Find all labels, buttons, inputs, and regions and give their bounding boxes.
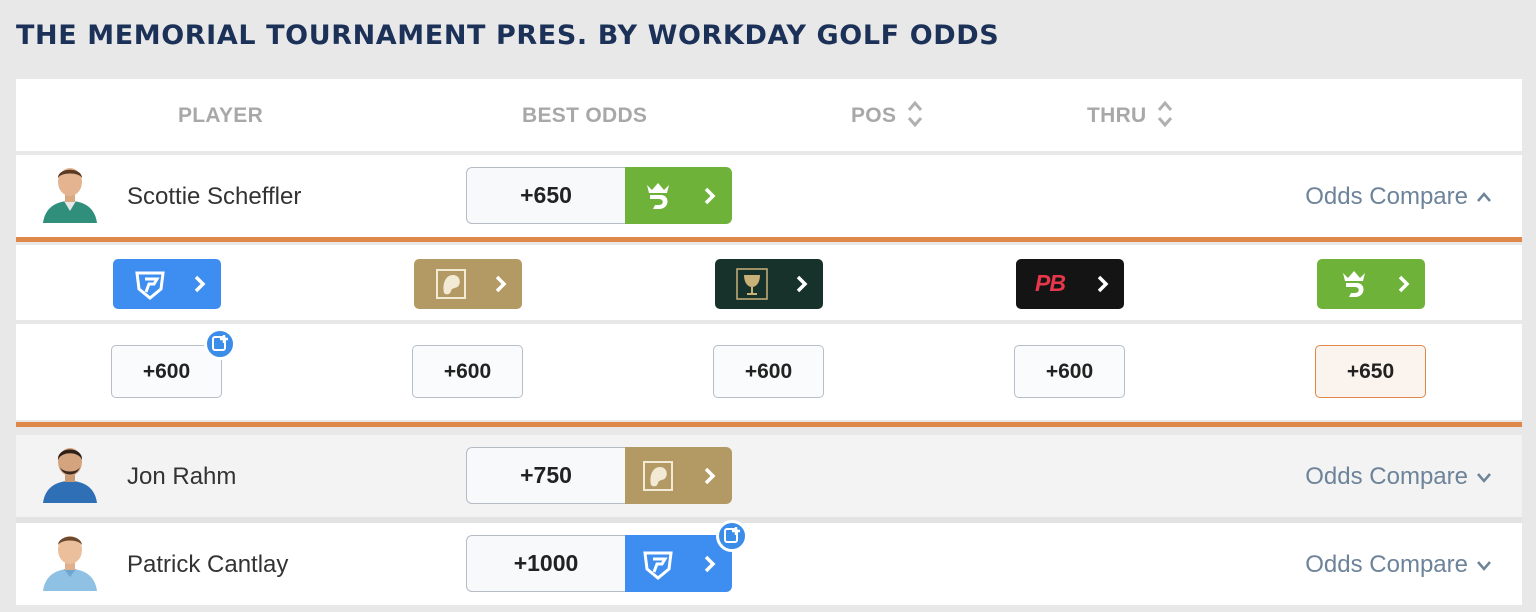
chevron-up-icon — [1477, 192, 1491, 202]
betmgm-logo-icon — [643, 461, 673, 491]
odds-compare-toggle[interactable]: Odds Compare — [1305, 463, 1492, 491]
player-row[interactable]: Scottie Scheffler +650 Odds Compare — [16, 155, 1522, 237]
draftkings-logo-icon — [647, 183, 669, 209]
chevron-right-icon — [1097, 275, 1109, 293]
column-header-thru[interactable]: THRU — [1087, 104, 1147, 128]
odds-compare-label: Odds Compare — [1305, 551, 1468, 578]
fanduel-button[interactable] — [113, 259, 221, 309]
player-row[interactable]: Patrick Cantlay +1000 Odds Compare — [16, 520, 1522, 605]
chevron-down-icon — [1477, 473, 1491, 483]
fanduel-logo-icon — [643, 551, 673, 580]
sportsbook-odds-row: +600 +600 +600 +600 +650 — [16, 324, 1522, 420]
avatar — [41, 161, 99, 223]
chevron-right-icon — [704, 555, 716, 573]
column-header-player: PLAYER — [178, 104, 264, 127]
avatar — [41, 529, 99, 591]
avatar — [41, 441, 99, 503]
column-header-pos[interactable]: POS — [851, 104, 896, 128]
sort-icon[interactable] — [1156, 99, 1174, 129]
pointsbet-odds[interactable]: +600 — [1014, 345, 1125, 398]
draftkings-button[interactable] — [1317, 259, 1425, 309]
pointsbet-logo-icon: PB — [1035, 270, 1066, 296]
chevron-right-icon — [1398, 275, 1410, 293]
chevron-right-icon — [704, 187, 716, 205]
player-name[interactable]: Scottie Scheffler — [127, 183, 301, 211]
draftkings-bet-button[interactable] — [625, 167, 732, 224]
best-odds-value[interactable]: +1000 — [466, 535, 625, 592]
column-header-best-odds: BEST ODDS — [522, 104, 648, 127]
best-odds-button[interactable]: +750 — [466, 447, 732, 504]
chevron-right-icon — [495, 275, 507, 293]
betmgm-button[interactable] — [414, 259, 522, 309]
best-odds-button[interactable]: +650 — [466, 167, 732, 224]
table-header: PLAYER BEST ODDS POS THRU — [16, 79, 1522, 151]
draftkings-odds-best[interactable]: +650 — [1315, 345, 1426, 398]
caesars-logo-icon — [736, 268, 768, 300]
betmgm-odds[interactable]: +600 — [412, 345, 523, 398]
pointsbet-button[interactable]: PB — [1016, 259, 1124, 309]
betmgm-bet-button[interactable] — [625, 447, 732, 504]
chevron-down-icon — [1477, 561, 1491, 571]
best-odds-value[interactable]: +750 — [466, 447, 625, 504]
player-row[interactable]: Jon Rahm +750 Odds Compare — [16, 435, 1522, 517]
odds-compare-toggle[interactable]: Odds Compare — [1305, 551, 1492, 579]
sportsbook-logos-row: PB — [16, 245, 1522, 320]
chevron-right-icon — [704, 467, 716, 485]
player-name[interactable]: Jon Rahm — [127, 463, 236, 491]
odds-compare-label: Odds Compare — [1305, 463, 1468, 490]
draftkings-logo-icon — [1343, 271, 1365, 297]
odds-compare-label: Odds Compare — [1305, 183, 1468, 210]
best-odds-value[interactable]: +650 — [466, 167, 625, 224]
chevron-right-icon — [194, 275, 206, 293]
expanded-section-bottom-border — [16, 422, 1522, 427]
page-title: THE MEMORIAL TOURNAMENT PRES. BY WORKDAY… — [16, 20, 1000, 51]
player-name[interactable]: Patrick Cantlay — [127, 551, 288, 579]
fanduel-odds[interactable]: +600 — [111, 345, 222, 398]
promo-badge-icon[interactable] — [204, 328, 236, 360]
expanded-section-top-border — [16, 237, 1522, 242]
sort-icon[interactable] — [906, 99, 924, 129]
caesars-odds[interactable]: +600 — [713, 345, 824, 398]
fanduel-logo-icon — [135, 271, 165, 300]
best-odds-button[interactable]: +1000 — [466, 535, 732, 592]
odds-table: PLAYER BEST ODDS POS THRU Scottie Scheff… — [16, 79, 1522, 612]
fanduel-bet-button[interactable] — [625, 535, 732, 592]
promo-badge-icon[interactable] — [716, 520, 748, 552]
caesars-button[interactable] — [715, 259, 823, 309]
betmgm-logo-icon — [436, 269, 466, 299]
chevron-right-icon — [796, 275, 808, 293]
odds-compare-toggle[interactable]: Odds Compare — [1305, 183, 1492, 211]
